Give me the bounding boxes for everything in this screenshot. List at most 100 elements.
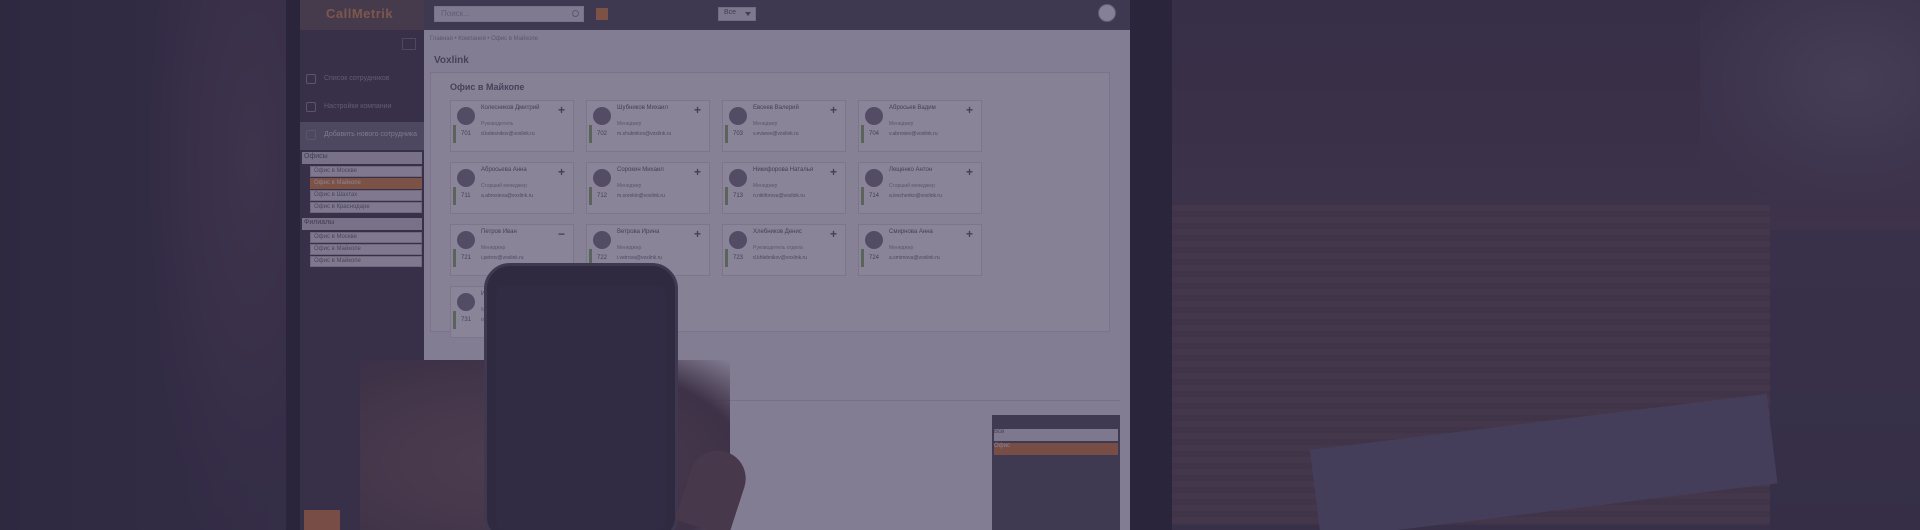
sidebar-item-employees[interactable]: Список сотрудников [300, 66, 424, 94]
employee-card[interactable]: Абросьев Вадим Менеджер 704 v.abrosiev@voxl… [858, 100, 982, 152]
avatar [593, 169, 611, 187]
employee-card[interactable]: Никифорова Наталья Менеджер 713 n.nikiforov… [722, 162, 846, 214]
status-indicator [453, 187, 456, 205]
sidebar-bottom-button[interactable] [304, 510, 340, 530]
employee-email: a.leschenko@voxlink.ru [889, 193, 942, 199]
smartphone-screen [496, 286, 666, 530]
chair [1770, 230, 1920, 530]
sidebar-office-label: Офис в Краснодаре [314, 204, 370, 210]
employee-role: Руководитель [481, 121, 514, 127]
sidebar-office-item[interactable]: Офис в Москве [310, 166, 422, 177]
avatar [457, 293, 475, 311]
avatar [729, 231, 747, 249]
employee-email: i.vetrova@voxlink.ru [617, 255, 663, 261]
plus-icon[interactable]: + [558, 165, 565, 179]
employee-extension: 701 [461, 131, 472, 137]
search-input[interactable]: Поиск... [434, 6, 584, 22]
employee-email: a.smirnova@voxlink.ru [889, 255, 940, 261]
sidebar-office-item[interactable]: Офис в Шахтах [310, 190, 422, 201]
employee-email: m.shubnikov@voxlink.ru [617, 131, 672, 137]
employee-role: Менеджер [617, 183, 642, 189]
sidebar-branch-label: Офис в Майкопе [314, 246, 361, 252]
office-title: Офис в Майкопе [450, 82, 525, 92]
avatar [865, 231, 883, 249]
search-icon[interactable] [572, 10, 579, 17]
employee-email: d.kolesnikov@voxlink.ru [481, 131, 535, 137]
employee-card[interactable]: Хлебников Денис Руководитель отдела 723 d.k… [722, 224, 846, 276]
status-select-value: Все [724, 9, 737, 16]
plus-icon[interactable]: + [694, 103, 701, 117]
status-indicator [453, 311, 456, 329]
employee-role: Руководитель отдела [753, 245, 803, 251]
employee-role: Менеджер [889, 245, 914, 251]
employee-name: Лещенко Антон [889, 167, 933, 173]
plus-icon[interactable]: + [694, 165, 701, 179]
employee-name: Сорокин Михаил [617, 167, 664, 173]
add-user-icon [306, 130, 316, 140]
employee-extension: 711 [461, 193, 471, 199]
employee-name: Колесников Дмитрий [481, 105, 540, 111]
plus-icon[interactable]: + [966, 165, 973, 179]
employee-name: Петров Иван [481, 229, 517, 235]
plus-icon[interactable]: + [694, 227, 701, 241]
employee-name: Никифорова Наталья [753, 167, 814, 173]
sidebar-office-label: Офис в Москве [314, 168, 357, 174]
employee-card[interactable]: Шубников Михаил Менеджер 702 m.shubnikov@vo… [586, 100, 710, 152]
plus-icon[interactable]: + [830, 227, 837, 241]
employee-email: v.evseev@voxlink.ru [753, 131, 799, 137]
avatar [457, 231, 475, 249]
status-indicator [589, 187, 592, 205]
employee-card[interactable]: Лещенко Антон Старший менеджер 714 a.lesche… [858, 162, 982, 214]
plus-icon[interactable]: + [830, 165, 837, 179]
sidebar-item-settings[interactable]: Настройки компании [300, 94, 424, 122]
plus-icon[interactable]: + [966, 103, 973, 117]
sidebar-branch-item[interactable]: Офис в Майкопе [310, 256, 422, 267]
avatar [729, 169, 747, 187]
status-select[interactable]: Все [718, 7, 756, 21]
employee-role: Менеджер [617, 245, 642, 251]
employee-name: Хлебников Денис [753, 229, 802, 235]
employee-card[interactable]: Смирнова Анна Менеджер 724 a.smirnova@voxli… [858, 224, 982, 276]
employee-role: Менеджер [753, 183, 778, 189]
minus-icon[interactable]: − [558, 227, 565, 241]
avatar [457, 169, 475, 187]
employee-name: Евсеев Валерий [753, 105, 799, 111]
status-indicator [725, 249, 728, 267]
plus-icon[interactable]: + [830, 103, 837, 117]
sidebar-office-item[interactable]: Офис в Майкопе [310, 178, 422, 189]
collapse-icon[interactable] [402, 38, 416, 50]
sidebar-item-add-employee[interactable]: Добавить нового сотрудника [300, 122, 424, 150]
plus-icon[interactable]: + [558, 103, 565, 117]
people-icon [306, 74, 316, 84]
employee-extension: 722 [597, 255, 608, 261]
sidebar-branch-item[interactable]: Офис в Майкопе [310, 244, 422, 255]
sidebar-branch-label: Офис в Москве [314, 234, 357, 240]
employee-email: i.petrov@voxlink.ru [481, 255, 524, 261]
logo: CallMetrik [300, 0, 424, 30]
employee-role: Менеджер [481, 245, 506, 251]
sidebar-office-item[interactable]: Офис в Краснодаре [310, 202, 422, 213]
sidebar-office-label: Офис в Майкопе [314, 180, 361, 186]
employee-extension: 704 [869, 131, 880, 137]
employee-card[interactable]: Евсеев Валерий Менеджер 703 v.evseev@voxlin… [722, 100, 846, 152]
employee-extension: 714 [869, 193, 880, 199]
plus-icon[interactable]: + [966, 227, 973, 241]
mini-panel: Все Офис [992, 415, 1120, 530]
mini-panel-row[interactable]: Все [994, 429, 1118, 441]
employee-role: Старший менеджер [889, 183, 935, 189]
action-button[interactable] [596, 8, 608, 20]
sidebar-branch-item[interactable]: Офис в Москве [310, 232, 422, 243]
user-avatar[interactable] [1098, 4, 1116, 22]
employee-card[interactable]: Колесников Дмитрий Руководитель 701 d.koles… [450, 100, 574, 152]
employee-card[interactable]: Сорокин Михаил Менеджер 712 m.sorokin@voxli… [586, 162, 710, 214]
sidebar-group-branches[interactable]: Филиалы [302, 218, 422, 230]
status-indicator [861, 187, 864, 205]
employee-extension: 702 [597, 131, 608, 137]
app-topbar: CallMetrik Поиск... Все [300, 0, 1130, 30]
employee-role: Менеджер [889, 121, 914, 127]
employee-card[interactable]: Абросьева Анна Старший менеджер 711 a.abros… [450, 162, 574, 214]
employee-name: Смирнова Анна [889, 229, 933, 235]
sidebar-group-offices[interactable]: Офисы [302, 152, 422, 164]
mini-panel-row[interactable]: Офис [994, 443, 1118, 455]
logo-text: CallMetrik [326, 6, 394, 21]
